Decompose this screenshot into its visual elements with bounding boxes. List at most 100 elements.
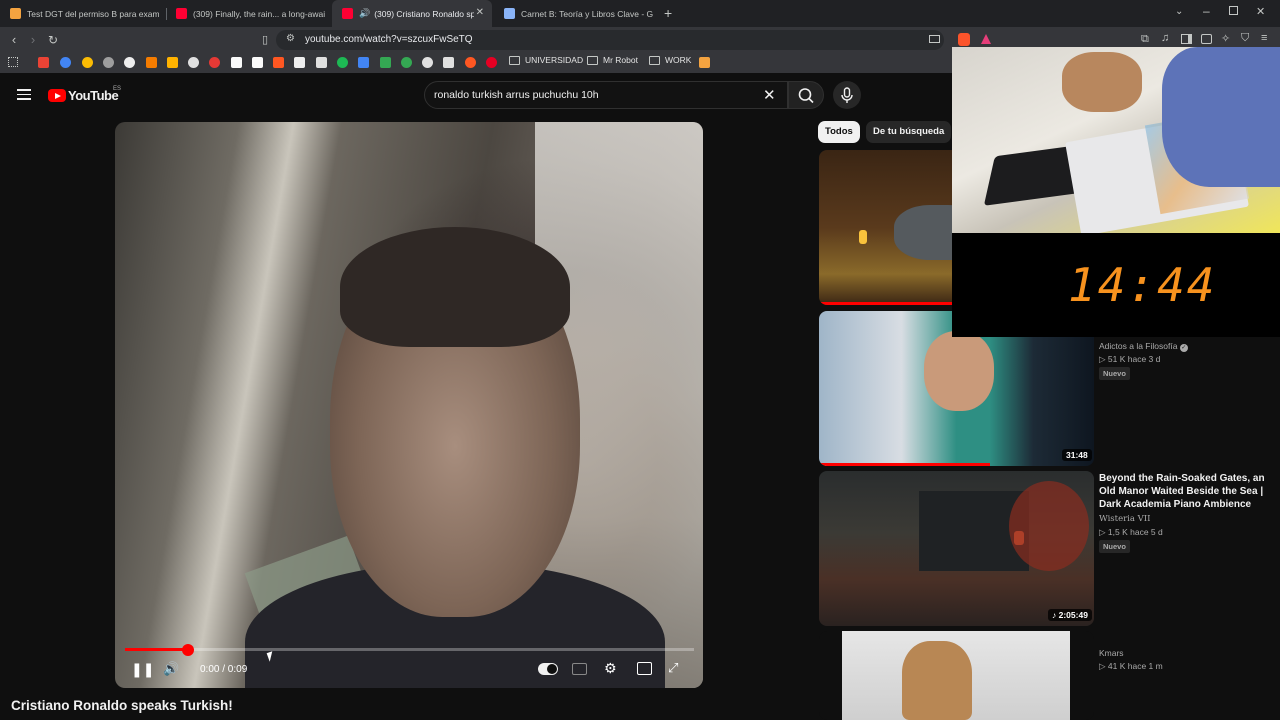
miniplayer-icon[interactable]	[637, 662, 652, 675]
autoplay-toggle[interactable]	[538, 663, 558, 675]
bookmark-folder-mr-robot[interactable]: Mr Robot	[587, 55, 638, 65]
bookmark-icon-6[interactable]	[146, 57, 157, 68]
youtube-logo[interactable]: YouTube ES	[48, 86, 122, 103]
audio-playing-icon[interactable]: 🔊	[359, 8, 370, 19]
bookmark-icon-14[interactable]	[316, 57, 327, 68]
youtube-favicon-icon	[342, 8, 353, 19]
autoplay-toggle-knob	[547, 664, 557, 674]
folder-icon	[509, 55, 520, 65]
bookmark-icon[interactable]: ▯	[257, 32, 273, 48]
watched-progress	[819, 463, 990, 466]
volume-icon[interactable]: 🔊	[163, 661, 179, 677]
bookmark-icon-7[interactable]	[167, 57, 178, 68]
tab-rain-video[interactable]: (309) Finally, the rain... a long-awaite…	[166, 0, 332, 27]
back-icon[interactable]: ‹	[6, 32, 22, 48]
clear-search-icon[interactable]: ✕	[763, 86, 776, 104]
thumbnail-frame	[842, 631, 1070, 720]
voice-search-button[interactable]	[833, 81, 861, 109]
video-player[interactable]	[115, 122, 703, 688]
country-code: ES	[113, 86, 122, 92]
folder-icon	[649, 55, 660, 65]
bookmark-icon-9[interactable]	[209, 57, 220, 68]
leo-ai-icon[interactable]: ✧	[1221, 32, 1230, 45]
vpn-icon[interactable]: ⛉	[1241, 32, 1249, 45]
forward-icon[interactable]: ›	[25, 32, 41, 48]
chip-all[interactable]: Todos	[818, 121, 860, 143]
bookmark-folder-work[interactable]: WORK	[649, 55, 691, 65]
bookmark-icon-16[interactable]	[358, 57, 369, 68]
bookmark-icon-last[interactable]	[699, 57, 710, 68]
bookmark-icon-11[interactable]	[252, 57, 263, 68]
subtitles-icon[interactable]	[572, 663, 587, 675]
bookmark-icon-12[interactable]	[273, 57, 284, 68]
progress-bar[interactable]	[125, 643, 694, 656]
bookmark-icon-18[interactable]	[401, 57, 412, 68]
site-info-icon[interactable]: ⚙	[286, 33, 295, 44]
brave-shield-icon[interactable]	[958, 33, 970, 46]
bookmark-icon-8[interactable]	[188, 57, 199, 68]
digital-clock: 14:44	[1068, 258, 1217, 312]
bookmark-icon-4[interactable]	[103, 57, 114, 68]
pinterest-bookmark-icon[interactable]	[486, 57, 497, 68]
google-bookmark-icon[interactable]	[124, 57, 135, 68]
webcam-arm	[1162, 47, 1280, 187]
chip-from-your-search[interactable]: De tu búsqueda	[866, 121, 952, 143]
microphone-icon	[841, 87, 853, 103]
recommendation-thumbnail[interactable]	[819, 631, 1094, 720]
video-frame-hair	[340, 227, 570, 347]
video-title: Cristiano Ronaldo speaks Turkish!	[11, 698, 233, 713]
bookmark-icon-10[interactable]	[231, 57, 242, 68]
tab-strip: Test DGT del permiso B para examen (309)…	[0, 0, 1280, 27]
url-text[interactable]: youtube.com/watch?v=szcuxFwSeTQ	[305, 34, 473, 45]
search-button[interactable]	[788, 81, 824, 109]
new-badge: Nuevo	[1099, 540, 1130, 553]
webcam-overlay	[952, 47, 1280, 233]
brave-rewards-icon[interactable]	[981, 34, 991, 44]
tab-dgt-test[interactable]: Test DGT del permiso B para examen	[0, 0, 166, 27]
guide-menu-icon[interactable]	[17, 89, 31, 100]
video-meta: ▷ 1,5 K hace 5 d	[1099, 527, 1163, 537]
tab-ronaldo-video[interactable]: 🔊 (309) Cristiano Ronaldo speaks ✕	[332, 0, 492, 27]
close-tab-icon[interactable]: ✕	[476, 7, 484, 18]
media-controls-icon[interactable]: ♫	[1161, 32, 1169, 44]
tab-search-chevron-icon[interactable]: ⌄	[1175, 6, 1183, 17]
wallet-icon[interactable]	[1201, 34, 1212, 44]
sidebar-icon[interactable]	[1181, 34, 1192, 44]
bookmark-icon-20[interactable]	[443, 57, 454, 68]
menu-icon[interactable]: ≡	[1261, 32, 1267, 44]
bookmark-folder-universidad[interactable]: UNIVERSIDAD	[509, 55, 583, 65]
reload-icon[interactable]: ↻	[45, 32, 61, 48]
bookmark-icon-13[interactable]	[294, 57, 305, 68]
cast-icon[interactable]	[929, 35, 940, 43]
gmail-bookmark-icon[interactable]	[38, 57, 49, 68]
search-query[interactable]: ronaldo turkish arrus puchuchu 10h	[434, 89, 599, 101]
video-meta: ▷ 41 K hace 1 m	[1099, 661, 1163, 671]
close-window-icon[interactable]: ✕	[1256, 5, 1265, 18]
channel-name[interactable]: Kmars	[1099, 648, 1124, 658]
bookmark-icon-3[interactable]	[82, 57, 93, 68]
scrubber-handle[interactable]	[181, 643, 194, 656]
tab-carnet-b[interactable]: Carnet B: Teoría y Libros Clave - Goo	[494, 0, 660, 27]
recommendation-title[interactable]: Beyond the Rain-Soaked Gates, an Old Man…	[1099, 472, 1271, 511]
apps-grid-icon[interactable]	[8, 57, 18, 67]
channel-name[interactable]: Wisteria VII	[1099, 514, 1151, 524]
minimize-icon[interactable]: –	[1203, 4, 1210, 18]
pause-button[interactable]: ❚❚	[131, 661, 154, 678]
sheets-bookmark-icon[interactable]	[380, 57, 391, 68]
fullscreen-icon[interactable]: ⤢	[668, 660, 678, 676]
tab-favicon-icon	[10, 8, 21, 19]
spotify-bookmark-icon[interactable]	[337, 57, 348, 68]
thumbnail-tree	[1009, 481, 1089, 571]
settings-gear-icon[interactable]: ⚙	[604, 660, 617, 677]
restore-icon[interactable]	[1229, 6, 1238, 15]
bookmark-icon-2[interactable]	[60, 57, 71, 68]
gemini-favicon-icon	[504, 8, 515, 19]
bookmark-icon-19[interactable]	[422, 57, 433, 68]
bookmark-icon-21[interactable]	[465, 57, 476, 68]
channel-name[interactable]: Adictos a la Filosofía ✓	[1099, 341, 1188, 352]
new-tab-icon[interactable]: +	[664, 5, 672, 21]
recommendation-thumbnail[interactable]	[819, 471, 1094, 626]
extensions-icon[interactable]: ⧉	[1141, 33, 1149, 46]
video-meta: ▷ 51 K hace 3 d	[1099, 354, 1161, 364]
video-duration: 31:48	[1062, 449, 1092, 461]
